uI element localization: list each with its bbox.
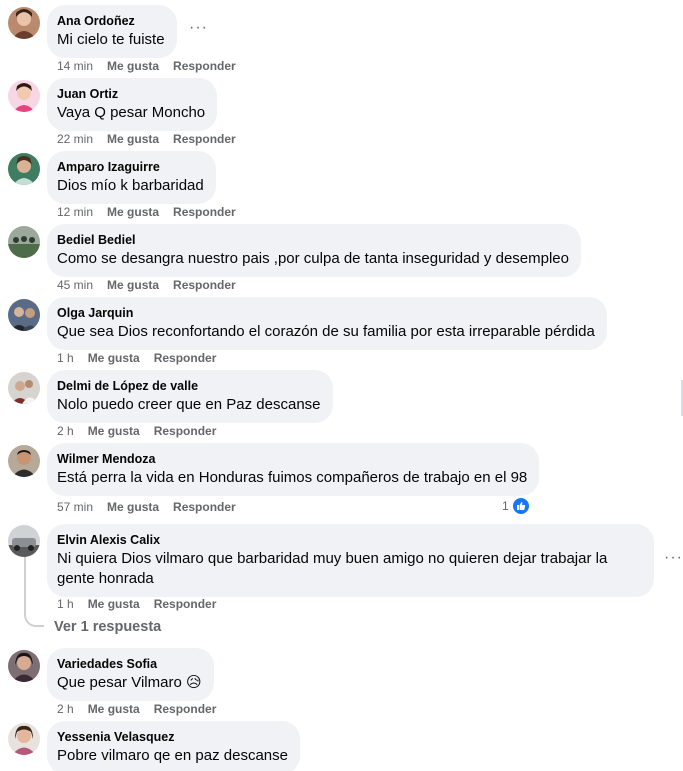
comment-bubble: Juan Ortiz Vaya Q pesar Moncho bbox=[47, 78, 218, 131]
comment-text: Nolo puedo creer que en Paz descanse bbox=[57, 396, 321, 413]
reply-button[interactable]: Responder bbox=[173, 204, 236, 220]
comment-time[interactable]: 2 h bbox=[57, 423, 74, 439]
comment-bubble: Amparo Izaguirre Dios mío k barbaridad bbox=[47, 151, 216, 204]
comment-bubble: Variedades Sofia Que pesar Vilmaro 😥 bbox=[47, 648, 214, 701]
avatar[interactable] bbox=[8, 80, 40, 112]
three-dots-icon[interactable]: ··· bbox=[189, 19, 208, 37]
comment-author[interactable]: Yessenia Velasquez bbox=[57, 729, 288, 745]
comment-actions: 57 min Me gusta Responder bbox=[57, 499, 250, 515]
comment-actions: 22 min Me gusta Responder bbox=[57, 131, 250, 147]
comment-bubble: Elvin Alexis Calix Ni quiera Dios vilmar… bbox=[47, 524, 654, 597]
thumbs-up-icon bbox=[511, 497, 530, 515]
comment-actions: 2 h Me gusta Responder bbox=[57, 701, 230, 717]
avatar[interactable] bbox=[8, 372, 40, 404]
comment-actions: 1 h Me gusta Responder bbox=[57, 596, 230, 612]
comment-author[interactable]: Bediel Bediel bbox=[57, 232, 569, 248]
comment-text: Está perra la vida en Honduras fuimos co… bbox=[57, 469, 528, 486]
comment-author[interactable]: Delmi de López de valle bbox=[57, 378, 321, 394]
comment-time[interactable]: 14 min bbox=[57, 58, 93, 74]
comment-text-content: Que pesar Vilmaro bbox=[57, 674, 182, 691]
comment-text: Pobre vilmaro qe en paz descanse bbox=[57, 747, 288, 764]
reply-thread-connector bbox=[24, 615, 44, 627]
comment-bubble: Wilmer Mendoza Está perra la vida en Hon… bbox=[47, 443, 540, 496]
comment-time[interactable]: 45 min bbox=[57, 277, 93, 293]
comment-actions: 14 min Me gusta Responder bbox=[57, 58, 250, 74]
comment-author[interactable]: Variedades Sofia bbox=[57, 656, 202, 672]
comment-author[interactable]: Juan Ortiz bbox=[57, 86, 205, 102]
reply-button[interactable]: Responder bbox=[154, 701, 217, 717]
reaction-count[interactable]: 1 bbox=[502, 497, 530, 515]
like-button[interactable]: Me gusta bbox=[88, 701, 140, 717]
three-dots-icon[interactable]: ··· bbox=[664, 549, 683, 567]
like-button[interactable]: Me gusta bbox=[107, 131, 159, 147]
sad-emoji-icon: 😥 bbox=[185, 674, 202, 691]
comment-author[interactable]: Elvin Alexis Calix bbox=[57, 532, 642, 548]
comment-time[interactable]: 1 h bbox=[57, 350, 74, 366]
like-button[interactable]: Me gusta bbox=[88, 350, 140, 366]
like-button[interactable]: Me gusta bbox=[107, 204, 159, 220]
comment-time[interactable]: 2 h bbox=[57, 701, 74, 717]
comment-text: Que pesar Vilmaro 😥 bbox=[57, 673, 202, 693]
comment-text: Dios mío k barbaridad bbox=[57, 177, 204, 194]
comment-actions: 45 min Me gusta Responder bbox=[57, 277, 250, 293]
avatar[interactable] bbox=[8, 723, 40, 755]
avatar[interactable] bbox=[8, 525, 40, 557]
comment-bubble: Delmi de López de valle Nolo puedo creer… bbox=[47, 370, 333, 423]
comment-time[interactable]: 57 min bbox=[57, 499, 93, 515]
comment-text: Mi cielo te fuiste bbox=[57, 31, 165, 48]
comment-bubble: Olga Jarquin Que sea Dios reconfortando … bbox=[47, 297, 607, 350]
comment-text: Que sea Dios reconfortando el corazón de… bbox=[57, 323, 595, 340]
comment-bubble: Yessenia Velasquez Pobre vilmaro qe en p… bbox=[47, 721, 300, 771]
like-button[interactable]: Me gusta bbox=[107, 499, 159, 515]
comment-author[interactable]: Olga Jarquin bbox=[57, 305, 595, 321]
reply-button[interactable]: Responder bbox=[154, 423, 217, 439]
comment-actions: 1 h Me gusta Responder bbox=[57, 350, 230, 366]
avatar[interactable] bbox=[8, 153, 40, 185]
comment-actions: 12 min Me gusta Responder bbox=[57, 204, 250, 220]
avatar[interactable] bbox=[8, 650, 40, 682]
comment-text: Ni quiera Dios vilmaro que barbaridad mu… bbox=[57, 550, 608, 587]
comment-time[interactable]: 1 h bbox=[57, 596, 74, 612]
reply-button[interactable]: Responder bbox=[173, 58, 236, 74]
comment-time[interactable]: 12 min bbox=[57, 204, 93, 220]
view-replies-link[interactable]: Ver 1 respuesta bbox=[54, 619, 161, 635]
reply-button[interactable]: Responder bbox=[173, 131, 236, 147]
like-button[interactable]: Me gusta bbox=[107, 277, 159, 293]
comment-bubble: Ana Ordoñez Mi cielo te fuiste bbox=[47, 5, 177, 58]
avatar[interactable] bbox=[8, 445, 40, 477]
reply-thread-line bbox=[24, 555, 26, 615]
comment-actions: 2 h Me gusta Responder bbox=[57, 423, 230, 439]
like-button[interactable]: Me gusta bbox=[88, 596, 140, 612]
reply-button[interactable]: Responder bbox=[154, 596, 217, 612]
avatar[interactable] bbox=[8, 299, 40, 331]
like-button[interactable]: Me gusta bbox=[88, 423, 140, 439]
comment-bubble: Bediel Bediel Como se desangra nuestro p… bbox=[47, 224, 581, 277]
reply-button[interactable]: Responder bbox=[154, 350, 217, 366]
comment-text: Vaya Q pesar Moncho bbox=[57, 104, 206, 121]
avatar[interactable] bbox=[8, 226, 40, 258]
comment-author[interactable]: Ana Ordoñez bbox=[57, 13, 165, 29]
comment-text: Como se desangra nuestro pais ,por culpa… bbox=[57, 250, 569, 267]
reply-button[interactable]: Responder bbox=[173, 499, 236, 515]
like-button[interactable]: Me gusta bbox=[107, 58, 159, 74]
reaction-number: 1 bbox=[502, 499, 509, 513]
comment-author[interactable]: Amparo Izaguirre bbox=[57, 159, 204, 175]
comment-time[interactable]: 22 min bbox=[57, 131, 93, 147]
comment-author[interactable]: Wilmer Mendoza bbox=[57, 451, 527, 467]
reply-button[interactable]: Responder bbox=[173, 277, 236, 293]
avatar[interactable] bbox=[8, 7, 40, 39]
